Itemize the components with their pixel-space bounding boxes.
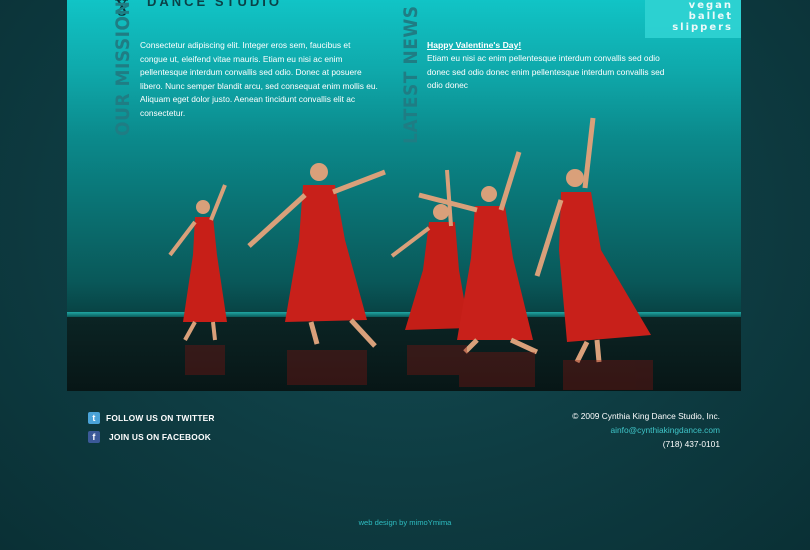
dancer-figure: [247, 163, 386, 348]
dancer-figure: [168, 184, 227, 341]
mission-heading: OUR MISSION: [112, 0, 134, 136]
email-link[interactable]: ainfo@cynthiakingdance.com: [520, 423, 720, 437]
dancer-figure: [534, 117, 651, 364]
hero-banner: ɣ DANCE STUDIO vegan ballet slippers OUR…: [67, 0, 741, 391]
dancer-figure: [390, 169, 469, 330]
social-links: t FOLLOW US ON TWITTER f JOIN US ON FACE…: [88, 409, 288, 447]
phone-number: (718) 437-0101: [662, 439, 720, 449]
contact-info: © 2009 Cynthia King Dance Studio, Inc. a…: [520, 409, 720, 451]
facebook-link[interactable]: f JOIN US ON FACEBOOK: [88, 428, 288, 446]
news-block: Happy Valentine's Day! Etiam eu nisi ac …: [427, 39, 672, 93]
facebook-icon[interactable]: f: [88, 431, 100, 443]
facebook-label[interactable]: JOIN US ON FACEBOOK: [109, 432, 211, 442]
news-title-link[interactable]: Happy Valentine's Day!: [427, 39, 672, 52]
twitter-link[interactable]: t FOLLOW US ON TWITTER: [88, 409, 288, 427]
news-heading: LATEST NEWS: [400, 5, 422, 144]
twitter-label[interactable]: FOLLOW US ON TWITTER: [106, 413, 215, 423]
copyright-text: © 2009 Cynthia King Dance Studio, Inc.: [572, 411, 720, 421]
badge-line: vegan: [688, 0, 733, 11]
mission-text: Consectetur adipiscing elit. Integer ero…: [140, 40, 378, 118]
logo-text[interactable]: DANCE STUDIO: [147, 0, 282, 9]
badge-line: slippers: [672, 22, 733, 33]
designer-credit-link[interactable]: web design by mimoYmima: [0, 518, 810, 527]
badge-line: ballet: [688, 11, 733, 22]
twitter-icon[interactable]: t: [88, 412, 100, 424]
news-text: Etiam eu nisi ac enim pellentesque inter…: [427, 53, 665, 90]
vegan-ballet-slippers-badge[interactable]: vegan ballet slippers: [645, 0, 741, 38]
